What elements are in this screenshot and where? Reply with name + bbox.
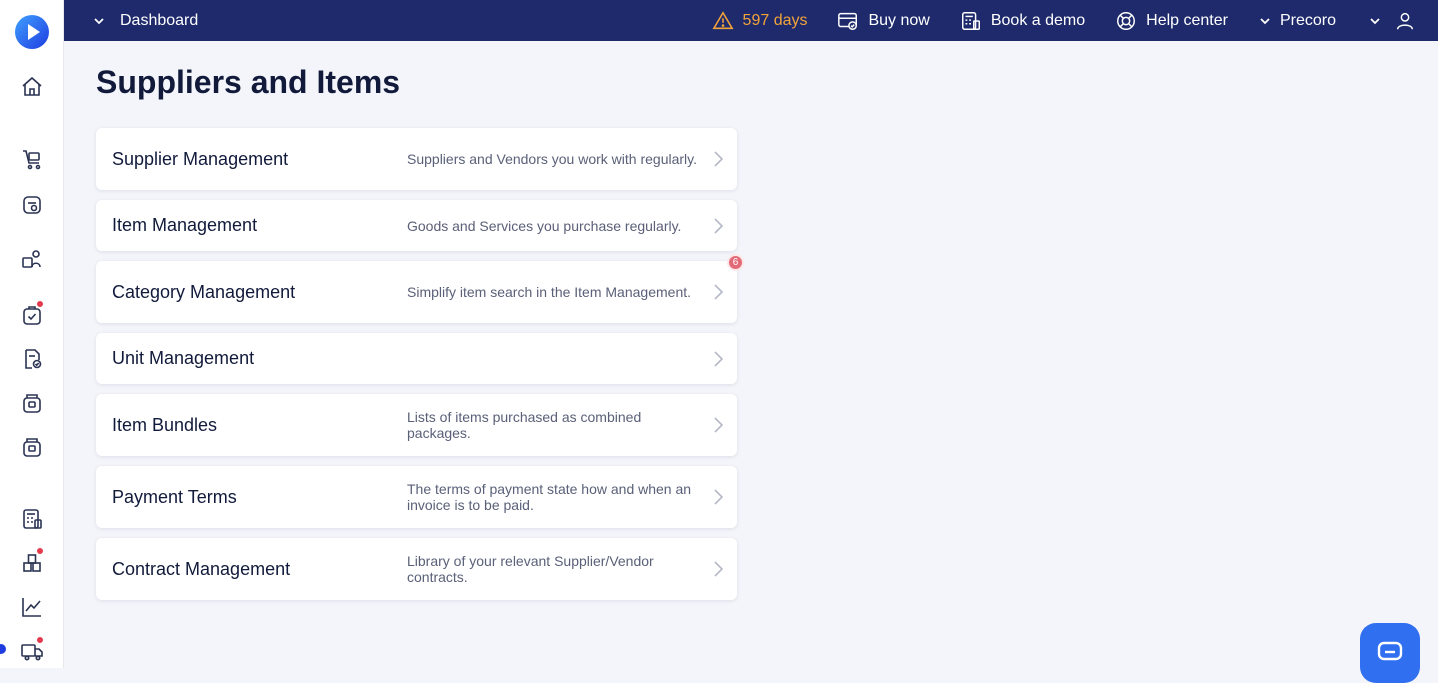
sidebar — [0, 0, 64, 668]
card-title: Category Management — [112, 281, 296, 302]
notification-dot — [36, 636, 44, 644]
chevron-right-icon — [714, 561, 724, 577]
dashboard-menu[interactable]: Dashboard — [64, 0, 198, 41]
lifebuoy-icon — [1117, 11, 1136, 30]
purchase-order-icon[interactable] — [19, 300, 45, 328]
workspace-label: Precoro — [1279, 11, 1336, 29]
payments-icon[interactable] — [19, 434, 45, 460]
buy-now-label: Buy now — [868, 11, 930, 29]
chevron-down-icon — [1370, 17, 1380, 24]
chevron-right-icon — [714, 217, 724, 234]
expense-icon[interactable] — [19, 390, 45, 416]
notification-dot — [36, 547, 44, 555]
card-check-icon — [838, 12, 858, 30]
budgets-icon[interactable] — [19, 506, 45, 532]
page-title: Suppliers and Items — [96, 64, 401, 100]
precoro-logo-icon[interactable] — [14, 14, 50, 50]
chevron-right-icon — [714, 350, 724, 367]
chevron-down-icon — [94, 17, 104, 24]
calendar-icon — [961, 11, 980, 30]
cart-icon[interactable] — [19, 146, 45, 172]
approval-request-icon[interactable] — [19, 192, 45, 218]
card-title: Item Bundles — [112, 414, 218, 435]
card-description: Lists of items purchased as combined pac… — [407, 409, 642, 441]
workspace-selector[interactable]: Precoro — [1258, 12, 1336, 30]
user-menu[interactable] — [1368, 10, 1416, 32]
delivery-icon[interactable] — [19, 636, 45, 664]
chevron-right-icon — [714, 284, 724, 300]
chevron-down-icon — [1260, 17, 1270, 24]
card-payment-terms[interactable]: Payment Terms The terms of payment state… — [96, 466, 737, 528]
notification-badge: 6 — [727, 254, 744, 271]
chevron-right-icon — [714, 489, 724, 505]
trial-days-indicator[interactable]: 597 days — [712, 10, 808, 32]
chevron-right-icon — [714, 417, 724, 433]
warning-icon — [712, 10, 734, 29]
buy-now-button[interactable]: Buy now — [837, 10, 930, 32]
card-title: Supplier Management — [112, 148, 289, 169]
chevron-right-icon — [714, 151, 724, 167]
inventory-icon[interactable] — [19, 547, 45, 576]
card-supplier-management[interactable]: Supplier Management Suppliers and Vendor… — [96, 128, 737, 190]
card-description: Goods and Services you purchase regularl… — [407, 217, 682, 234]
card-item-management[interactable]: Item Management Goods and Services you p… — [96, 200, 737, 251]
card-description: The terms of payment state how and when … — [407, 481, 692, 513]
card-unit-management[interactable]: Unit Management — [96, 333, 737, 384]
book-demo-button[interactable]: Book a demo — [960, 10, 1085, 32]
top-bar: Dashboard 597 days Buy now Book a demo H… — [64, 0, 1438, 41]
help-center-button[interactable]: Help center — [1115, 10, 1228, 32]
home-icon[interactable] — [19, 74, 45, 100]
analytics-icon[interactable] — [19, 594, 45, 620]
card-item-bundles[interactable]: Item Bundles Lists of items purchased as… — [96, 394, 737, 456]
book-demo-label: Book a demo — [990, 11, 1086, 29]
notification-dot — [36, 300, 44, 308]
chat-icon — [1377, 641, 1403, 661]
chat-button[interactable] — [1360, 623, 1420, 683]
user-icon — [1396, 12, 1414, 29]
card-contract-management[interactable]: Contract Management Library of your rele… — [96, 538, 737, 600]
invoice-icon[interactable] — [19, 346, 45, 372]
card-title: Contract Management — [112, 558, 291, 579]
card-description: Simplify item search in the Item Managem… — [407, 284, 692, 300]
help-center-label: Help center — [1146, 11, 1228, 29]
card-title: Unit Management — [112, 348, 255, 368]
dashboard-label: Dashboard — [120, 11, 199, 29]
card-title: Item Management — [112, 215, 258, 235]
card-category-management[interactable]: Category Management Simplify item search… — [96, 261, 737, 323]
card-title: Payment Terms — [112, 486, 237, 507]
active-indicator — [0, 644, 6, 654]
card-description: Suppliers and Vendors you work with regu… — [407, 151, 698, 167]
trial-days-label: 597 days — [742, 11, 808, 29]
card-description: Library of your relevant Supplier/Vendor… — [407, 553, 654, 585]
suppliers-icon[interactable] — [19, 246, 45, 272]
